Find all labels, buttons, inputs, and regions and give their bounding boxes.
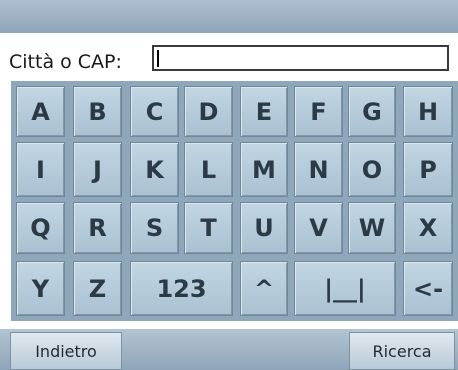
key-u[interactable]: U: [240, 202, 288, 254]
key-e[interactable]: E: [240, 86, 288, 137]
key-p[interactable]: P: [403, 142, 453, 197]
key-i[interactable]: I: [16, 142, 65, 197]
key-d[interactable]: D: [184, 86, 233, 137]
text-cursor: [157, 50, 159, 67]
key-j[interactable]: J: [73, 142, 122, 197]
numbers-key[interactable]: 123: [130, 261, 233, 316]
back-button[interactable]: Indietro: [10, 332, 122, 370]
backspace-key[interactable]: <-: [403, 261, 453, 316]
key-w[interactable]: W: [348, 202, 396, 254]
key-v[interactable]: V: [294, 202, 343, 254]
key-q[interactable]: Q: [16, 202, 65, 254]
city-or-cap-input[interactable]: [152, 45, 449, 71]
key-n[interactable]: N: [294, 142, 343, 197]
key-l[interactable]: L: [184, 142, 233, 197]
key-a[interactable]: A: [16, 86, 65, 137]
key-r[interactable]: R: [73, 202, 122, 254]
key-b[interactable]: B: [73, 86, 122, 137]
search-button[interactable]: Ricerca: [349, 332, 455, 370]
key-o[interactable]: O: [348, 142, 396, 197]
key-c[interactable]: C: [130, 86, 179, 137]
key-z[interactable]: Z: [73, 261, 122, 316]
key-m[interactable]: M: [240, 142, 288, 197]
key-t[interactable]: T: [184, 202, 233, 254]
key-x[interactable]: X: [403, 202, 453, 254]
key-k[interactable]: K: [130, 142, 179, 197]
key-f[interactable]: F: [294, 86, 343, 137]
key-y[interactable]: Y: [16, 261, 65, 316]
key-h[interactable]: H: [403, 86, 453, 137]
caret-key[interactable]: ^: [240, 261, 288, 316]
search-label: Città o CAP:: [9, 51, 122, 73]
key-g[interactable]: G: [348, 86, 396, 137]
key-s[interactable]: S: [130, 202, 179, 254]
top-bar: [0, 0, 458, 33]
space-key[interactable]: |__|: [294, 261, 396, 316]
